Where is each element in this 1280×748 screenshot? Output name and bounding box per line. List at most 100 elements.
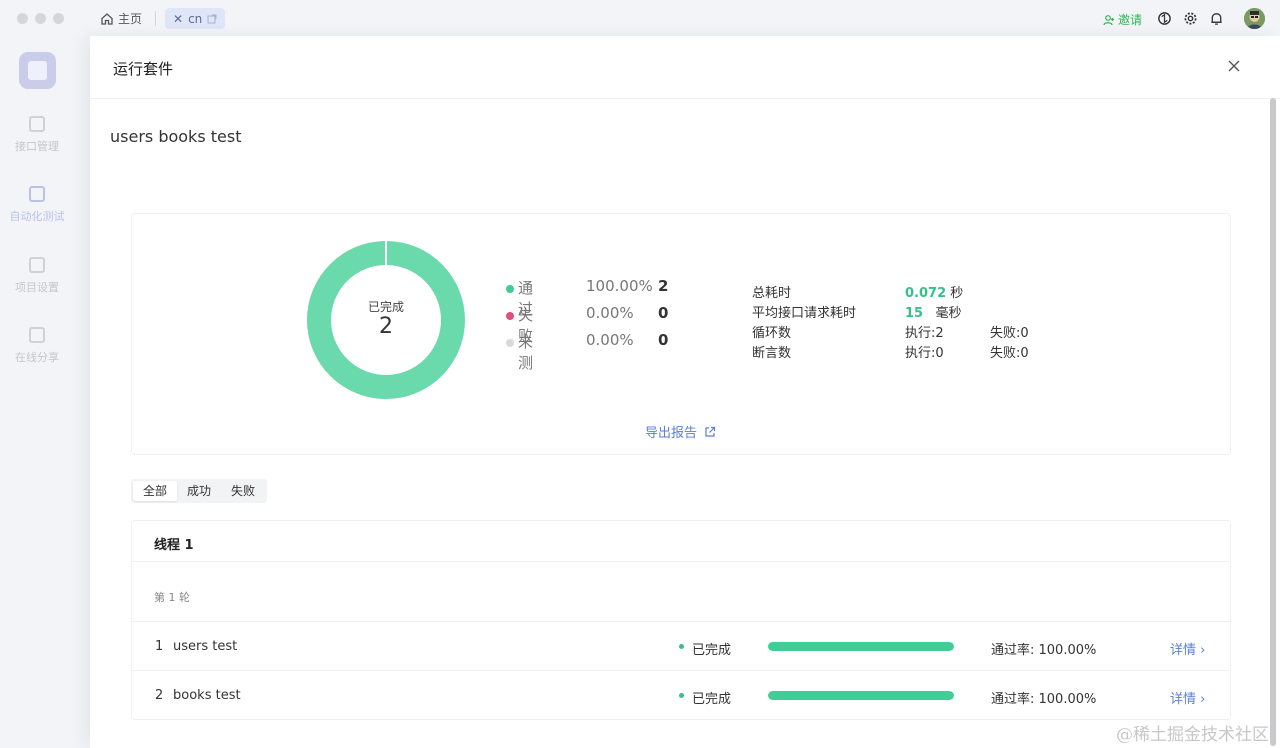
- tab-project[interactable]: ✕ cn: [165, 8, 226, 29]
- stat-avg-time: 平均接口请求耗时 15 毫秒: [752, 302, 1112, 322]
- external-link-icon: [207, 14, 217, 23]
- donut-count: 2: [379, 314, 393, 339]
- stat-value: 15 毫秒: [905, 302, 962, 321]
- thread-title: 线程 1: [154, 538, 194, 553]
- sidebar-item-settings[interactable]: 项目设置: [0, 257, 74, 295]
- case-name: books test: [173, 688, 241, 703]
- invite-button[interactable]: 邀请: [1103, 11, 1142, 28]
- assert-exec: 执行:0: [905, 346, 944, 361]
- thread-card: 线程 1 第 1 轮 1 users test 已完成 通过率: 100.00%…: [131, 520, 1231, 720]
- loop-exec: 执行:2: [905, 326, 944, 341]
- progress-bar: [768, 642, 954, 651]
- table-row: 2 books test 已完成 通过率: 100.00% 详情 ›: [132, 671, 1230, 720]
- run-stats: 总耗时 0.072 秒 平均接口请求耗时 15 毫秒 循环数 执行:2 失败:0…: [752, 282, 1112, 362]
- donut-label: 已完成: [367, 300, 404, 314]
- pass-dot-icon: [506, 285, 514, 293]
- round-header: 第 1 轮: [132, 562, 1230, 622]
- case-name: users test: [173, 639, 238, 654]
- tab-success[interactable]: 成功: [177, 481, 221, 501]
- legend-percent: 0.00%: [586, 304, 634, 322]
- stat-loops: 循环数 执行:2 失败:0: [752, 322, 1112, 342]
- avg-time-unit: 毫秒: [935, 306, 962, 321]
- sidebar-item-auto-test[interactable]: 自动化测试: [0, 186, 74, 224]
- share-icon: [29, 327, 45, 343]
- home-icon: [101, 12, 113, 25]
- stat-asserts: 断言数 执行:0 失败:0: [752, 342, 1112, 362]
- invite-label: 邀请: [1118, 13, 1143, 27]
- legend-count: 0: [658, 331, 669, 349]
- export-label: 导出报告: [645, 426, 698, 441]
- status-dot-icon: [679, 644, 684, 649]
- sidebar-item-label: 自动化测试: [9, 210, 65, 223]
- app-logo[interactable]: [19, 52, 56, 89]
- sidebar: 接口管理 自动化测试 项目设置 在线分享: [0, 36, 90, 748]
- avatar[interactable]: [1244, 8, 1265, 29]
- pass-rate: 通过率: 100.00%: [991, 692, 1097, 707]
- result-filter-tabs: 全部 成功 失败: [131, 479, 268, 503]
- api-icon: [29, 116, 45, 132]
- sidebar-item-label: 在线分享: [15, 351, 59, 364]
- stat-label: 平均接口请求耗时: [752, 306, 857, 321]
- untested-dot-icon: [506, 339, 514, 347]
- detail-link[interactable]: 详情 ›: [1170, 639, 1205, 658]
- detail-link[interactable]: 详情 ›: [1170, 688, 1205, 707]
- stat-label: 断言数: [752, 346, 792, 361]
- legend-count: 0: [658, 304, 669, 322]
- settings-icon: [29, 257, 45, 273]
- status-dot-icon: [679, 693, 684, 698]
- tab-project-label: cn: [188, 11, 203, 26]
- pass-rate: 通过率: 100.00%: [991, 643, 1097, 658]
- loop-fail: 失败:0: [990, 326, 1029, 341]
- suite-name: users books test: [110, 127, 242, 146]
- case-index: 2: [155, 688, 164, 703]
- close-icon[interactable]: ✕: [173, 12, 183, 26]
- sidebar-item-share[interactable]: 在线分享: [0, 327, 74, 365]
- add-user-icon: [1103, 14, 1114, 25]
- stat-value: 0.072 秒: [905, 282, 963, 301]
- case-status: 已完成: [692, 643, 732, 658]
- avg-time-value: 15: [905, 306, 924, 321]
- sidebar-item-label: 项目设置: [15, 281, 59, 294]
- window-controls: [17, 13, 64, 24]
- assert-fail: 失败:0: [990, 346, 1029, 361]
- close-window-button[interactable]: [17, 13, 28, 24]
- round-label: 第 1 轮: [154, 591, 190, 604]
- external-link-icon: [705, 426, 716, 437]
- title-bar: 主页 ✕ cn 邀请: [0, 0, 1280, 36]
- close-icon[interactable]: [1226, 58, 1242, 74]
- fail-dot-icon: [506, 312, 514, 320]
- drawer-header: 运行套件: [90, 36, 1280, 99]
- case-index: 1: [155, 639, 164, 654]
- table-row: 1 users test 已完成 通过率: 100.00% 详情 ›: [132, 622, 1230, 671]
- test-icon: [29, 186, 45, 202]
- legend-percent: 100.00%: [586, 277, 653, 295]
- tab-all[interactable]: 全部: [133, 481, 178, 501]
- sync-icon[interactable]: [1157, 11, 1172, 26]
- tab-failed[interactable]: 失败: [221, 481, 265, 501]
- watermark: @稀土掘金技术社区: [1116, 725, 1269, 745]
- export-report-link[interactable]: 导出报告: [645, 422, 716, 441]
- bell-icon[interactable]: [1209, 11, 1224, 26]
- case-status: 已完成: [692, 692, 732, 707]
- minimize-window-button[interactable]: [35, 13, 46, 24]
- maximize-window-button[interactable]: [53, 13, 64, 24]
- scrollbar[interactable]: [1270, 98, 1276, 746]
- drawer-title: 运行套件: [113, 60, 174, 78]
- total-time-unit: 秒: [950, 286, 964, 301]
- run-suite-drawer: 运行套件 users books test 已完成 2 通过 100.00% 2…: [90, 36, 1280, 748]
- sidebar-item-label: 接口管理: [15, 140, 59, 153]
- sidebar-item-api[interactable]: 接口管理: [0, 116, 74, 154]
- tab-home-label: 主页: [118, 12, 143, 26]
- total-time-value: 0.072: [905, 286, 947, 301]
- thread-header: 线程 1: [132, 521, 1230, 562]
- progress-fill: [768, 691, 954, 700]
- gear-icon[interactable]: [1183, 11, 1198, 26]
- legend-count: 2: [658, 277, 669, 295]
- stat-label: 循环数: [752, 326, 792, 341]
- tab-home[interactable]: 主页: [100, 10, 142, 27]
- tab-divider: [155, 11, 156, 26]
- summary-card: 已完成 2 通过 100.00% 2 失败 0.00% 0 未测 0.00% 0: [131, 213, 1231, 455]
- legend-name: 未测: [518, 333, 534, 372]
- stat-total-time: 总耗时 0.072 秒: [752, 282, 1112, 302]
- progress-fill: [768, 642, 954, 651]
